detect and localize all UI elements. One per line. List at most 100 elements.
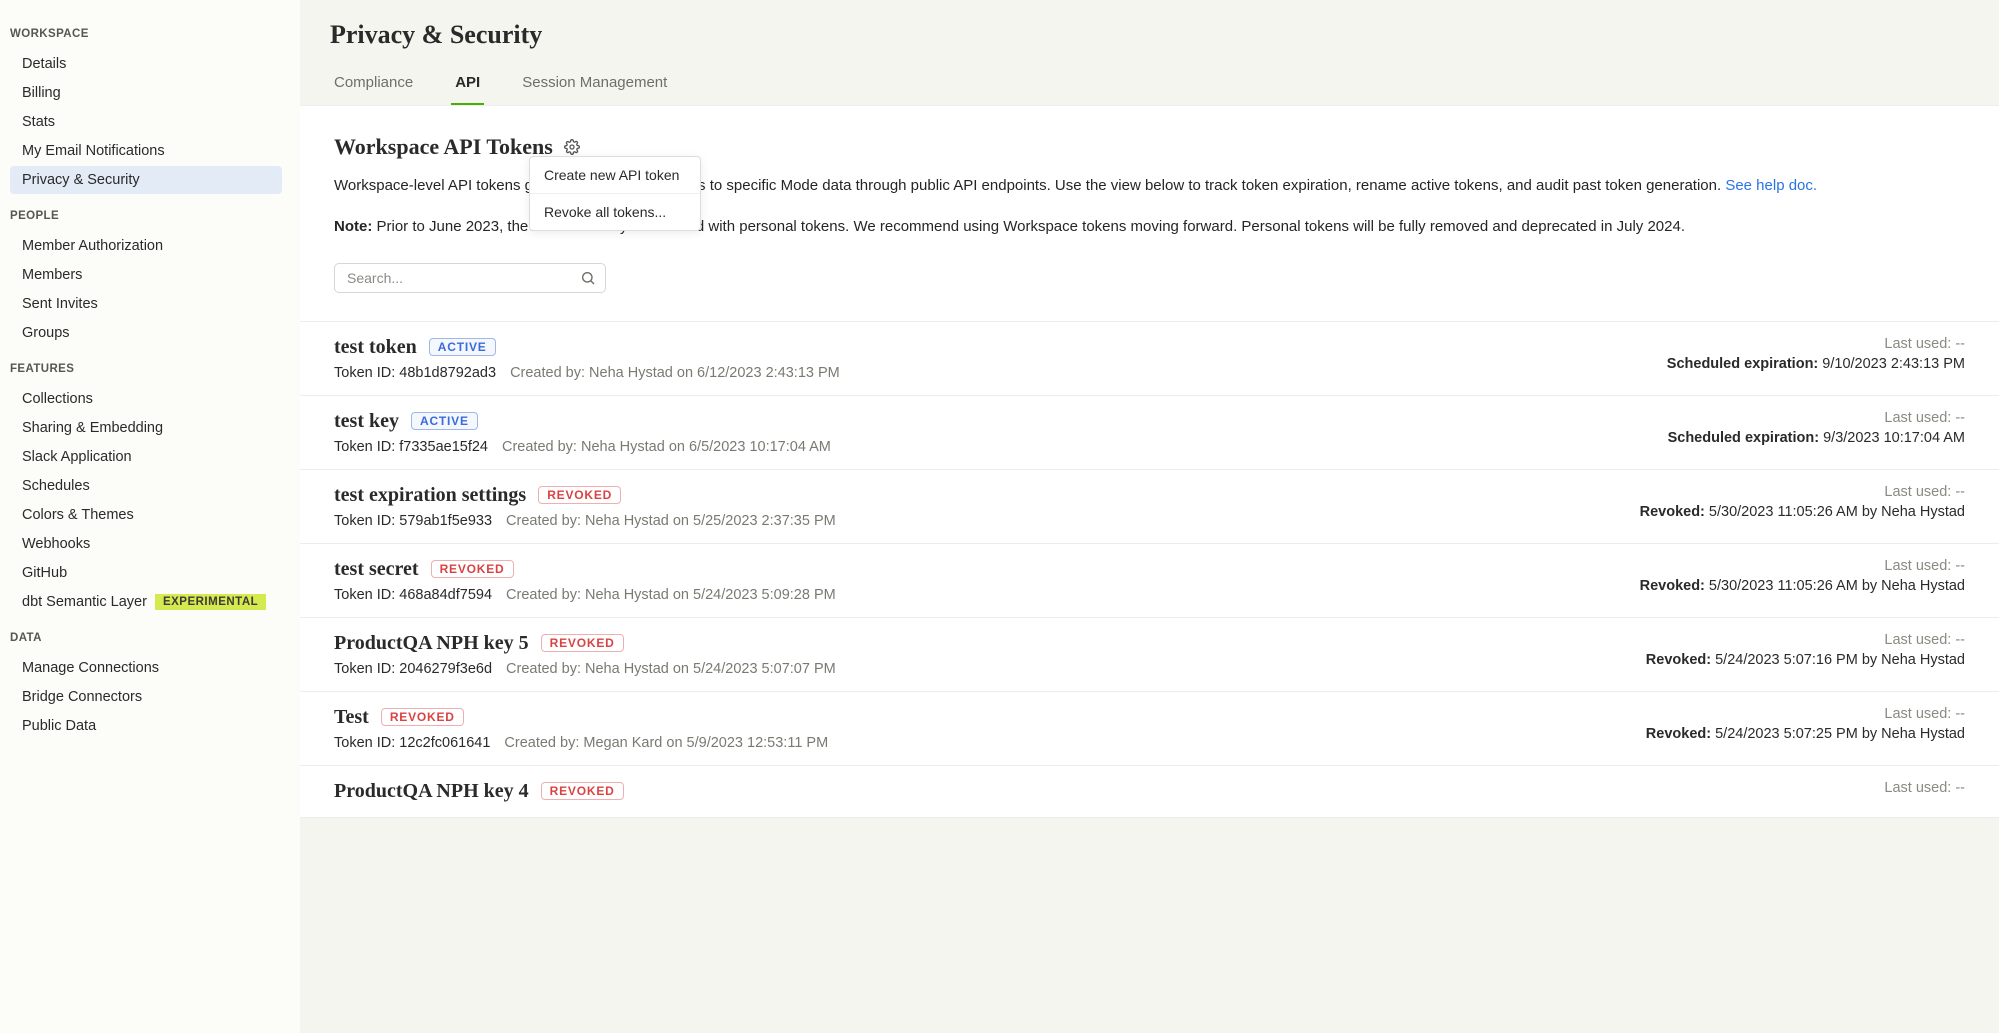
sidebar-item-label: Bridge Connectors: [22, 689, 142, 705]
sidebar-item-stats[interactable]: Stats: [10, 108, 282, 136]
gear-icon[interactable]: [563, 138, 581, 156]
last-used: Last used: --: [1667, 336, 1965, 352]
last-used: Last used: --: [1668, 410, 1965, 426]
sidebar-item-collections[interactable]: Collections: [10, 385, 282, 413]
created-by: Created by: Megan Kard on 5/9/2023 12:53…: [504, 735, 828, 751]
sidebar-item-slack-application[interactable]: Slack Application: [10, 443, 282, 471]
experimental-badge: EXPERIMENTAL: [155, 594, 266, 610]
sidebar-item-label: Details: [22, 56, 66, 72]
sidebar-item-sharing-embedding[interactable]: Sharing & Embedding: [10, 414, 282, 442]
sidebar-item-label: Privacy & Security: [22, 172, 140, 188]
created-by: Created by: Neha Hystad on 5/24/2023 5:0…: [506, 661, 836, 677]
last-used: Last used: --: [1640, 558, 1965, 574]
created-by: Created by: Neha Hystad on 6/12/2023 2:4…: [510, 365, 840, 381]
dropdown-item-create-new-api-token[interactable]: Create new API token: [530, 157, 700, 193]
status-badge: REVOKED: [538, 486, 621, 504]
sidebar-item-label: Slack Application: [22, 449, 132, 465]
sidebar-item-member-authorization[interactable]: Member Authorization: [10, 232, 282, 260]
tab-session-management[interactable]: Session Management: [518, 74, 671, 106]
sidebar-item-label: Schedules: [22, 478, 90, 494]
token-id: Token ID: 2046279f3e6d: [334, 661, 492, 677]
sidebar-item-privacy-security[interactable]: Privacy & Security: [10, 166, 282, 194]
sidebar-group-title: WORKSPACE: [10, 24, 282, 44]
token-name: ProductQA NPH key 4: [334, 780, 529, 803]
status-badge: ACTIVE: [429, 338, 496, 356]
token-name: test key: [334, 410, 399, 433]
sidebar-item-label: Webhooks: [22, 536, 90, 552]
section-title: Workspace API Tokens: [334, 134, 553, 160]
last-used: Last used: --: [1646, 706, 1965, 722]
status-badge: REVOKED: [541, 782, 624, 800]
token-name: ProductQA NPH key 5: [334, 632, 529, 655]
sidebar-item-label: Collections: [22, 391, 93, 407]
token-row[interactable]: test keyACTIVEToken ID: f7335ae15f24Crea…: [300, 396, 1999, 470]
token-list: test token ACTIVE Token ID: 48b1d8792ad3 Cr…: [300, 321, 1999, 818]
note-label: Note:: [334, 218, 372, 235]
token-id: Token ID: 579ab1f5e933: [334, 513, 492, 529]
sidebar-item-sent-invites[interactable]: Sent Invites: [10, 290, 282, 318]
expiration-line: Revoked: 5/30/2023 11:05:26 AM by Neha H…: [1640, 504, 1965, 520]
sidebar-item-schedules[interactable]: Schedules: [10, 472, 282, 500]
sidebar-item-my-email-notifications[interactable]: My Email Notifications: [10, 137, 282, 165]
sidebar-item-label: Member Authorization: [22, 238, 163, 254]
status-badge: REVOKED: [431, 560, 514, 578]
token-row[interactable]: ProductQA NPH key 4 REVOKED Last used: --: [300, 766, 1999, 818]
sidebar-item-github[interactable]: GitHub: [10, 559, 282, 587]
created-by: Created by: Neha Hystad on 5/25/2023 2:3…: [506, 513, 836, 529]
sidebar-group-title: DATA: [10, 628, 282, 648]
token-row[interactable]: test secretREVOKEDToken ID: 468a84df7594…: [300, 544, 1999, 618]
status-badge: REVOKED: [381, 708, 464, 726]
expiration-line: Scheduled expiration: 9/3/2023 10:17:04 …: [1668, 430, 1965, 446]
sidebar-item-bridge-connectors[interactable]: Bridge Connectors: [10, 683, 282, 711]
dropdown-item-revoke-all-tokens-[interactable]: Revoke all tokens...: [530, 193, 700, 230]
token-id: Token ID: 48b1d8792ad3: [334, 365, 496, 381]
api-panel: Workspace API Tokens Create new API toke…: [300, 105, 1999, 818]
token-row[interactable]: test token ACTIVE Token ID: 48b1d8792ad3 Cr…: [300, 322, 1999, 396]
page-title: Privacy & Security: [300, 0, 1999, 50]
sidebar-item-label: dbt Semantic Layer: [22, 594, 147, 610]
status-badge: ACTIVE: [411, 412, 478, 430]
token-id: Token ID: 12c2fc061641: [334, 735, 490, 751]
last-used: Last used: --: [1884, 780, 1965, 796]
sidebar-item-label: Manage Connections: [22, 660, 159, 676]
token-name: test expiration settings: [334, 484, 526, 507]
gear-dropdown: Create new API tokenRevoke all tokens...: [529, 156, 701, 231]
sidebar-item-webhooks[interactable]: Webhooks: [10, 530, 282, 558]
expiration-line: Revoked: 5/24/2023 5:07:25 PM by Neha Hy…: [1646, 726, 1965, 742]
expiration-line: Revoked: 5/24/2023 5:07:16 PM by Neha Hy…: [1646, 652, 1965, 668]
sidebar-item-billing[interactable]: Billing: [10, 79, 282, 107]
main-content: Privacy & Security Compliance API Session …: [300, 0, 1999, 1033]
tab-compliance[interactable]: Compliance: [330, 74, 417, 106]
sidebar-item-label: Groups: [22, 325, 70, 341]
sidebar-item-colors-themes[interactable]: Colors & Themes: [10, 501, 282, 529]
sidebar-item-label: My Email Notifications: [22, 143, 165, 159]
help-link[interactable]: See help doc.: [1725, 177, 1817, 194]
sidebar-item-groups[interactable]: Groups: [10, 319, 282, 347]
tabs: Compliance API Session Management: [300, 50, 1999, 106]
sidebar-item-label: Sent Invites: [22, 296, 98, 312]
created-by: Created by: Neha Hystad on 5/24/2023 5:0…: [506, 587, 836, 603]
status-badge: REVOKED: [541, 634, 624, 652]
sidebar-item-public-data[interactable]: Public Data: [10, 712, 282, 740]
token-id: Token ID: 468a84df7594: [334, 587, 492, 603]
search-input[interactable]: [334, 263, 606, 293]
sidebar-item-label: Stats: [22, 114, 55, 130]
token-row[interactable]: test expiration settings REVOKED Token ID:…: [300, 470, 1999, 544]
sidebar-item-manage-connections[interactable]: Manage Connections: [10, 654, 282, 682]
search-icon: [580, 270, 596, 286]
sidebar-item-label: GitHub: [22, 565, 67, 581]
token-row[interactable]: ProductQA NPH key 5 REVOKED Token ID: 2046…: [300, 618, 1999, 692]
token-row[interactable]: TestREVOKEDToken ID: 12c2fc061641Created…: [300, 692, 1999, 766]
sidebar-item-dbt-semantic-layer[interactable]: dbt Semantic Layer EXPERIMENTAL: [10, 588, 282, 616]
sidebar: WORKSPACE Details Billing Stats My Email Not…: [0, 0, 300, 1033]
tab-api[interactable]: API: [451, 74, 484, 106]
sidebar-item-label: Billing: [22, 85, 61, 101]
sidebar-item-details[interactable]: Details: [10, 50, 282, 78]
sidebar-item-members[interactable]: Members: [10, 261, 282, 289]
search-container: [334, 263, 606, 293]
expiration-line: Scheduled expiration: 9/10/2023 2:43:13 …: [1667, 356, 1965, 372]
created-by: Created by: Neha Hystad on 6/5/2023 10:1…: [502, 439, 831, 455]
sidebar-group-title: PEOPLE: [10, 206, 282, 226]
sidebar-item-label: Members: [22, 267, 82, 283]
token-name: test token: [334, 336, 417, 359]
